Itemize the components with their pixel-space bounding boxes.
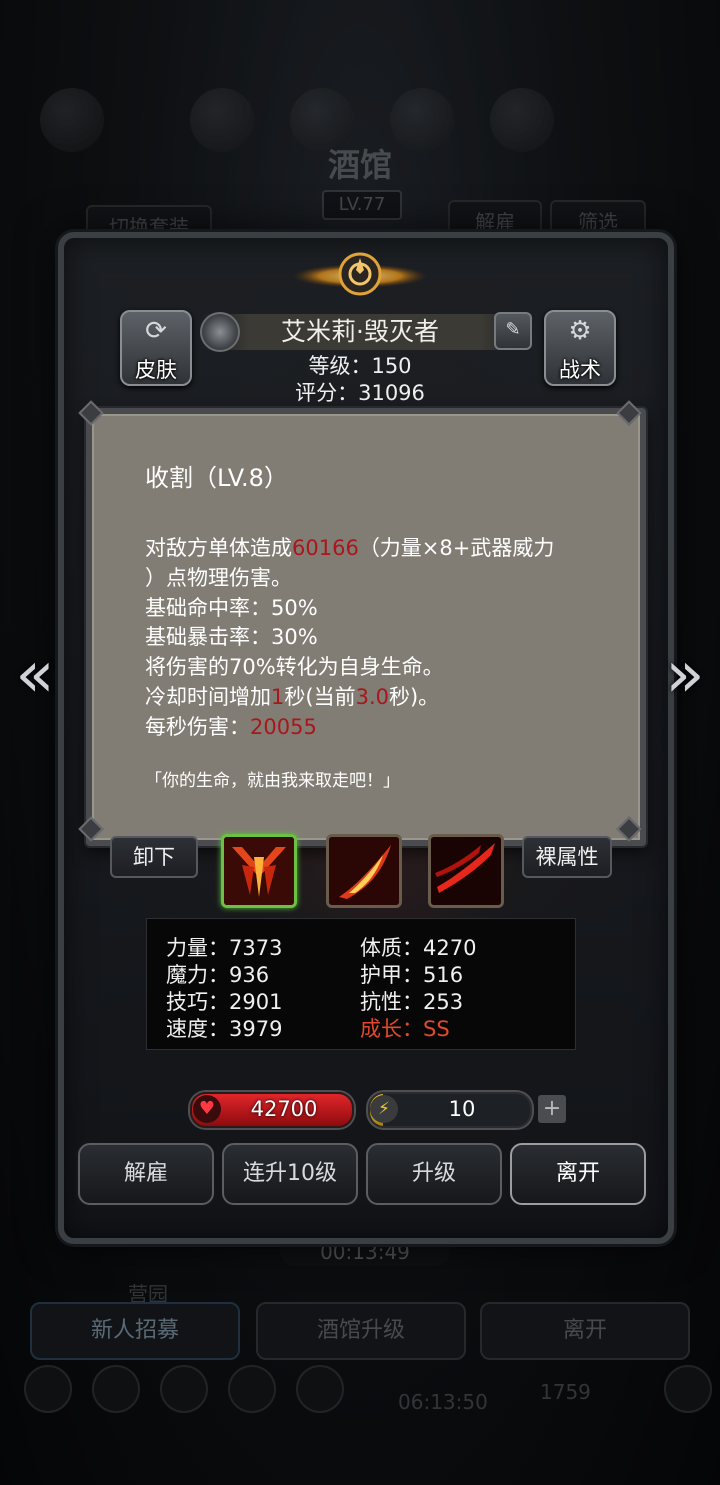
stat-speed: 速度：3979	[166, 1017, 283, 1041]
cooldown-current: 3.0	[355, 685, 389, 709]
skill-slot-blade-rush[interactable]	[428, 834, 504, 908]
skill-desc-line: 将伤害的70%转化为自身生命。	[145, 655, 444, 679]
lightning-icon: ⚡	[370, 1095, 398, 1123]
prev-hero-chevron-icon[interactable]: «	[8, 640, 62, 710]
skill-title: 收割（LV.8）	[145, 464, 288, 492]
stat-resistance: 抗性：253	[360, 990, 464, 1014]
fire-slash-skill-icon	[329, 837, 399, 905]
skill-desc-line: 基础命中率：50%	[145, 596, 318, 620]
hero-name: 艾米莉·毁灭者	[281, 317, 439, 346]
hero-level: 等级：150	[308, 354, 412, 378]
skill-quote: 「你的生命，就由我来取走吧！」	[145, 771, 400, 791]
skill-slot-harvest[interactable]	[221, 834, 297, 908]
blade-rush-skill-icon	[431, 837, 501, 905]
add-energy-button[interactable]: +	[538, 1095, 566, 1123]
dismiss-button[interactable]: 解雇	[78, 1143, 214, 1205]
stat-constitution: 体质：4270	[360, 936, 477, 960]
skill-slot-fire-slash[interactable]	[326, 834, 402, 908]
stat-magic: 魔力：936	[166, 963, 270, 987]
damage-value: 60166	[292, 536, 359, 560]
skin-label: 皮肤	[135, 358, 177, 382]
skill-desc-line: 每秒伤害：20055	[145, 715, 317, 739]
next-hero-chevron-icon[interactable]: »	[658, 640, 712, 710]
stat-armor: 护甲：516	[360, 963, 464, 987]
shirt-icon: ⟳	[145, 316, 167, 346]
skill-desc-line: 基础暴击率：30%	[145, 625, 318, 649]
level-up-button[interactable]: 升级	[366, 1143, 502, 1205]
gear-icon: ⚙	[568, 316, 592, 346]
skill-desc-line: ）点物理伤害。	[145, 566, 292, 590]
skill-desc-line: 对敌方单体造成60166（力量×8+武器威力	[145, 536, 555, 560]
harvest-skill-icon	[224, 837, 294, 905]
edit-name-icon[interactable]: ✎	[494, 312, 532, 350]
leave-button[interactable]: 离开	[510, 1143, 646, 1205]
stat-strength: 力量：7373	[166, 936, 283, 960]
stat-skill: 技巧：2901	[166, 990, 283, 1014]
level-up-10-button[interactable]: 连升10级	[222, 1143, 358, 1205]
hero-score: 评分：31096	[295, 381, 425, 405]
stat-growth: 成长：SS	[360, 1017, 450, 1041]
cooldown-increase: 1	[271, 685, 285, 709]
hp-value: 42700	[250, 1097, 318, 1121]
skill-desc-line: 冷却时间增加1秒(当前3.0秒)。	[145, 685, 440, 709]
tactics-label: 战术	[559, 358, 601, 382]
unequip-button[interactable]: 卸下	[110, 836, 198, 878]
panel-crest-icon	[292, 252, 428, 296]
naked-attribute-button[interactable]: 裸属性	[522, 836, 612, 878]
skin-button[interactable]: ⟳ 皮肤	[120, 310, 192, 386]
tactics-button[interactable]: ⚙ 战术	[544, 310, 616, 386]
dps-value: 20055	[250, 715, 317, 739]
heart-icon: ♥	[193, 1095, 221, 1123]
energy-value: 10	[448, 1097, 476, 1121]
